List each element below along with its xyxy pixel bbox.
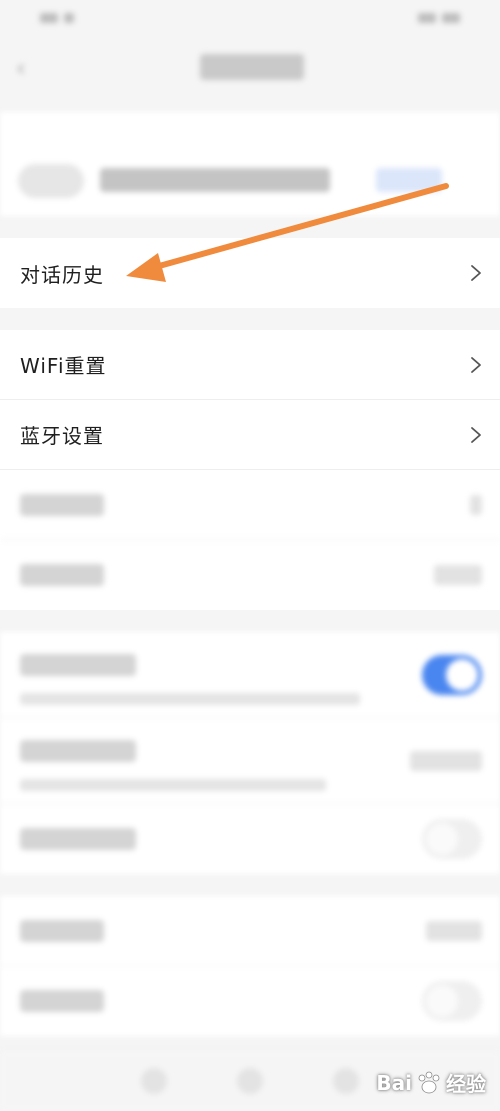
chevron-right-icon xyxy=(471,426,481,443)
blurred-toggle-row-3[interactable] xyxy=(0,966,500,1036)
toggle-switch[interactable] xyxy=(422,654,482,695)
chevron-right-icon xyxy=(471,265,481,281)
blurred-label xyxy=(20,990,104,1012)
toggle-switch[interactable] xyxy=(422,981,482,1021)
history-label: 对话历史 xyxy=(20,262,104,287)
nav-bar: ‹ xyxy=(0,36,500,100)
device-card[interactable] xyxy=(0,112,500,216)
clock-icon xyxy=(442,13,460,23)
nav-recent-icon[interactable] xyxy=(333,1068,359,1094)
blurred-label xyxy=(20,739,136,762)
settings-section: WiFi重置 蓝牙设置 xyxy=(0,330,500,610)
status-bar xyxy=(0,0,500,36)
paw-logo-icon xyxy=(418,1071,440,1093)
more-settings-section xyxy=(0,896,500,1036)
bluetooth-speaker-settings-screen: ‹ 对话历史 WiFi重置 蓝牙设置 Bai 经验 xyxy=(0,0,500,1111)
chevron-right-icon xyxy=(471,356,481,373)
chevron-right-icon xyxy=(470,494,482,515)
back-arrow-icon[interactable]: ‹ xyxy=(16,56,30,80)
blurred-label xyxy=(20,564,104,586)
bluetooth-settings-label: 蓝牙设置 xyxy=(20,424,104,448)
blurred-value xyxy=(434,565,482,585)
blurred-toggle-row-1[interactable] xyxy=(0,632,500,718)
device-type-chip xyxy=(18,164,84,198)
blurred-setting-row-2[interactable] xyxy=(0,540,500,610)
blurred-label xyxy=(20,653,136,676)
blurred-setting-row-3[interactable] xyxy=(0,896,500,966)
baidu-watermark: Bai 经验 xyxy=(376,1068,486,1097)
blurred-value xyxy=(410,750,482,771)
history-section: 对话历史 xyxy=(0,238,500,308)
blurred-description xyxy=(20,693,360,705)
blurred-description xyxy=(20,779,326,791)
blurred-label xyxy=(20,828,136,850)
nav-home-icon[interactable] xyxy=(237,1068,263,1094)
page-title xyxy=(200,54,304,80)
toggle-section xyxy=(0,632,500,874)
history-row[interactable]: 对话历史 xyxy=(0,238,500,308)
status-left xyxy=(40,13,74,23)
battery-icon xyxy=(418,13,436,23)
blurred-value xyxy=(426,920,482,941)
device-status-badge xyxy=(376,168,442,192)
blurred-select-row[interactable] xyxy=(0,718,500,804)
network-icon xyxy=(64,13,74,23)
device-name xyxy=(100,168,330,192)
blurred-toggle-row-2[interactable] xyxy=(0,804,500,874)
status-right xyxy=(418,13,460,23)
blurred-setting-row-1[interactable] xyxy=(0,470,500,540)
blurred-label xyxy=(20,919,104,942)
nav-back-icon[interactable] xyxy=(141,1068,167,1094)
wifi-reset-label: WiFi重置 xyxy=(20,354,107,378)
wifi-reset-row[interactable]: WiFi重置 xyxy=(0,330,500,400)
toggle-switch[interactable] xyxy=(422,819,482,859)
watermark-brand: Bai xyxy=(376,1070,412,1095)
signal-icon xyxy=(40,13,58,23)
blurred-label xyxy=(20,493,104,516)
bluetooth-settings-row[interactable]: 蓝牙设置 xyxy=(0,400,500,470)
watermark-suffix: 经验 xyxy=(446,1072,486,1096)
